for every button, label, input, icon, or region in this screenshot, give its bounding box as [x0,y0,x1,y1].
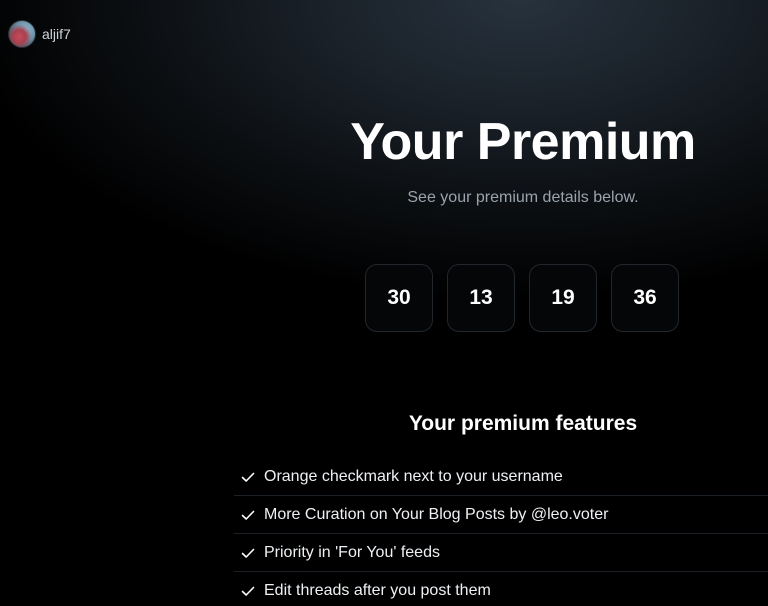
feature-label: Orange checkmark next to your username [264,467,563,485]
countdown-hours: 13 [447,264,515,332]
countdown-seconds: 36 [611,264,679,332]
check-icon [241,586,255,596]
page-title: Your Premium [350,113,696,171]
user-profile[interactable]: aljif7 [8,20,71,48]
page-subtitle: See your premium details below. [407,189,639,206]
features-list: Orange checkmark next to your username M… [234,458,768,606]
feature-item: Orange checkmark next to your username [234,458,768,496]
check-icon [241,472,255,482]
countdown-minutes: 19 [529,264,597,332]
premium-countdown: 30 13 19 36 [365,264,679,332]
feature-label: Priority in 'For You' feeds [264,543,440,561]
feature-item: More Curation on Your Blog Posts by @leo… [234,496,768,534]
feature-label: More Curation on Your Blog Posts by @leo… [264,505,609,523]
feature-item: Priority in 'For You' feeds [234,534,768,572]
countdown-days: 30 [365,264,433,332]
check-icon [241,548,255,558]
features-heading: Your premium features [408,412,638,435]
username[interactable]: aljif7 [42,26,71,42]
feature-label: Edit threads after you post them [264,582,491,599]
check-icon [241,510,255,520]
feature-item: Edit threads after you post them [234,572,768,606]
avatar[interactable] [8,20,36,48]
